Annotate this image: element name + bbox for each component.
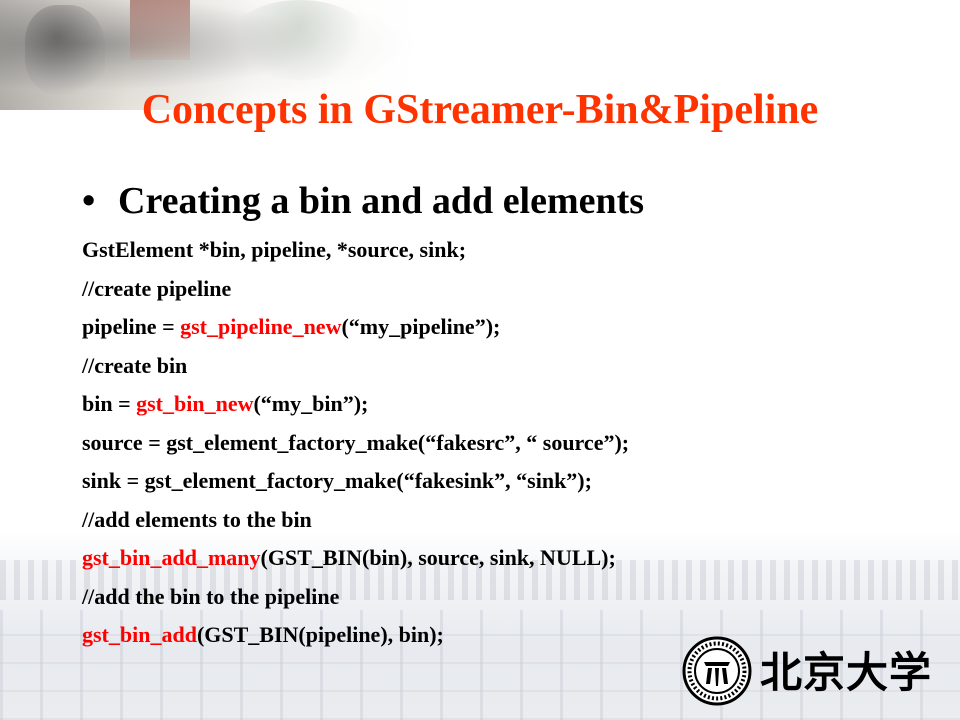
code-line: source = gst_element_factory_make(“fakes… [82, 425, 942, 464]
code-text: //create pipeline [82, 275, 232, 301]
code-text: sink = gst_element_factory_make(“fakesin… [82, 468, 592, 493]
code-text: //create bin [82, 352, 188, 378]
code-text: (“my_bin”); [253, 391, 369, 416]
code-line: //add the bin to the pipeline [82, 579, 942, 618]
code-line: //add elements to the bin [82, 502, 942, 541]
code-function-name: gst_bin_new [136, 391, 254, 416]
bullet-point: • Creating a bin and add elements [82, 178, 644, 224]
peking-university-seal-icon [682, 636, 752, 706]
code-function-name: gst_bin_add [82, 622, 197, 647]
red-pillar-image [130, 0, 190, 60]
code-line: GstElement *bin, pipeline, *source, sink… [82, 232, 942, 271]
code-line: //create bin [82, 348, 942, 387]
code-block: GstElement *bin, pipeline, *source, sink… [82, 232, 942, 656]
bullet-symbol: • [82, 180, 96, 222]
code-text: (GST_BIN(pipeline), bin); [196, 622, 444, 647]
code-text: pipeline = [82, 314, 181, 339]
code-line: //create pipeline [82, 271, 942, 310]
tree-image [230, 0, 370, 80]
code-text: (GST_BIN(bin), source, sink, NULL); [260, 545, 616, 570]
code-text: source = gst_element_factory_make(“fakes… [82, 429, 630, 455]
code-function-name: gst_bin_add_many [82, 545, 261, 570]
code-line: gst_bin_add_many(GST_BIN(bin), source, s… [82, 540, 942, 579]
code-function-name: gst_pipeline_new [180, 314, 342, 339]
code-text: (“my_pipeline”); [341, 314, 501, 339]
stone-lion-image [25, 5, 105, 95]
code-text: //add the bin to the pipeline [82, 583, 340, 609]
slide-title: Concepts in GStreamer-Bin&Pipeline [141, 87, 819, 133]
bullet-text: Creating a bin and add elements [118, 180, 645, 222]
university-name-calligraphy: 北京大学 [760, 651, 933, 697]
code-line: pipeline = gst_pipeline_new(“my_pipeline… [82, 309, 942, 348]
code-text: GstElement *bin, pipeline, *source, sink… [82, 237, 467, 262]
slide: Concepts in GStreamer-Bin&Pipeline • Crea… [0, 0, 960, 720]
code-line: bin = gst_bin_new(“my_bin”); [82, 386, 942, 425]
code-line: sink = gst_element_factory_make(“fakesin… [82, 463, 942, 502]
code-text: //add elements to the bin [82, 506, 312, 532]
code-text: bin = [82, 391, 137, 416]
